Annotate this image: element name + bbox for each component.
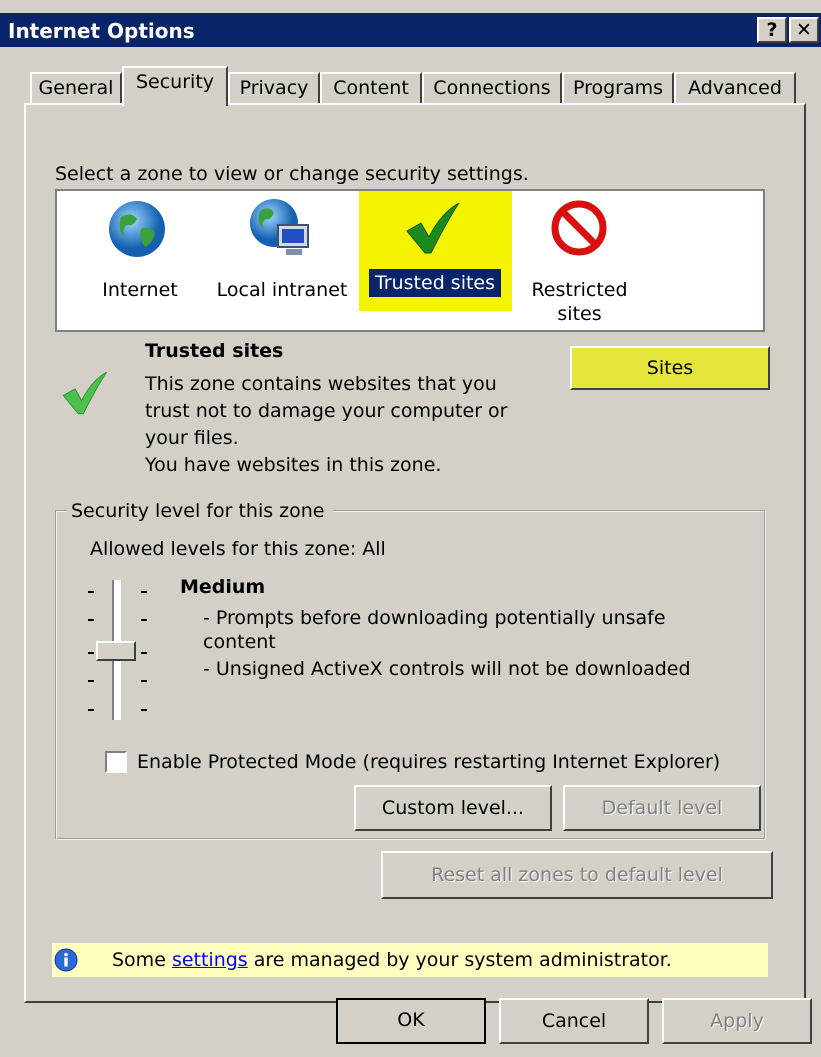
sites-button[interactable]: Sites	[570, 346, 770, 390]
settings-link[interactable]: settings	[172, 949, 248, 971]
cancel-button[interactable]: Cancel	[499, 998, 649, 1044]
security-level-slider-thumb[interactable]	[96, 641, 136, 661]
zone-prompt: Select a zone to view or change security…	[55, 163, 529, 185]
tab-privacy[interactable]: Privacy	[228, 72, 320, 104]
level-desc-line-1: - Prompts before downloading potentially…	[203, 607, 666, 629]
zone-checkmark-icon	[62, 371, 108, 415]
level-desc-line-2: content	[203, 631, 276, 653]
tab-security[interactable]: Security	[122, 66, 228, 106]
intranet-icon	[250, 199, 309, 255]
tab-advanced[interactable]: Advanced	[674, 72, 796, 104]
restricted-icon	[551, 200, 607, 256]
close-button[interactable]: ✕	[789, 17, 819, 43]
zone-list[interactable]: Internet Local intranet Trusted sites Re…	[55, 189, 765, 332]
reset-all-zones-button[interactable]: Reset all zones to default level	[381, 851, 773, 899]
zone-label-trusted-sites: Trusted sites	[369, 269, 501, 297]
tab-general[interactable]: General	[30, 72, 122, 104]
security-level-group-label: Security level for this zone	[67, 500, 333, 522]
slider-tick	[141, 652, 147, 654]
protected-mode-checkbox[interactable]	[105, 751, 127, 773]
level-desc-line-3: - Unsigned ActiveX controls will not be …	[203, 658, 691, 680]
admin-info-text: Some settings are managed by your system…	[112, 949, 672, 971]
slider-tick	[88, 680, 94, 682]
slider-tick	[88, 591, 94, 593]
default-level-button[interactable]: Default level	[563, 785, 761, 831]
tab-content[interactable]: Content	[320, 72, 422, 104]
tab-programs[interactable]: Programs	[562, 72, 674, 104]
title-bar[interactable]: Internet Options ? ✕	[0, 13, 821, 47]
security-level-name: Medium	[180, 576, 266, 598]
zone-restricted-sites[interactable]: Restricted sites	[522, 199, 632, 325]
protected-mode-label[interactable]: Enable Protected Mode (requires restarti…	[137, 751, 720, 773]
apply-button[interactable]: Apply	[662, 998, 812, 1044]
internet-options-dialog: Internet Options ? ✕ General Security Pr…	[0, 0, 821, 1057]
globe-icon	[109, 201, 165, 257]
tab-connections[interactable]: Connections	[422, 72, 562, 104]
zone-label-internet: Internet	[102, 279, 178, 301]
admin-info-before: Some	[112, 949, 172, 971]
zone-label-restricted-line1: Restricted	[531, 279, 628, 301]
slider-tick	[88, 709, 94, 711]
ok-button[interactable]: OK	[336, 998, 486, 1044]
slider-tick	[141, 591, 147, 593]
custom-level-button[interactable]: Custom level...	[354, 785, 552, 831]
info-icon	[54, 948, 78, 972]
zone-local-intranet[interactable]: Local intranet	[212, 199, 352, 319]
zone-desc-line-2: trust not to damage your computer or	[145, 400, 508, 422]
zone-desc-line-3: your files.	[145, 427, 239, 449]
zone-label-local-intranet: Local intranet	[216, 279, 348, 301]
window-title: Internet Options	[8, 19, 195, 43]
allowed-levels-text: Allowed levels for this zone: All	[90, 538, 386, 560]
slider-tick	[88, 652, 94, 654]
zone-internet[interactable]: Internet	[99, 199, 179, 319]
help-button[interactable]: ?	[757, 17, 787, 43]
zone-desc-line-4: You have websites in this zone.	[145, 454, 442, 476]
zone-desc-line-1: This zone contains websites that you	[145, 373, 497, 395]
slider-tick	[88, 619, 94, 621]
zone-trusted-sites[interactable]: Trusted sites	[359, 191, 512, 311]
checkmark-icon	[406, 202, 460, 254]
slider-tick	[141, 619, 147, 621]
admin-info-after: are managed by your system administrator…	[247, 949, 672, 971]
zone-label-restricted-line2: sites	[557, 303, 602, 325]
slider-tick	[141, 680, 147, 682]
zone-title: Trusted sites	[145, 340, 284, 362]
admin-info-bar: Some settings are managed by your system…	[52, 943, 768, 977]
slider-tick	[141, 709, 147, 711]
